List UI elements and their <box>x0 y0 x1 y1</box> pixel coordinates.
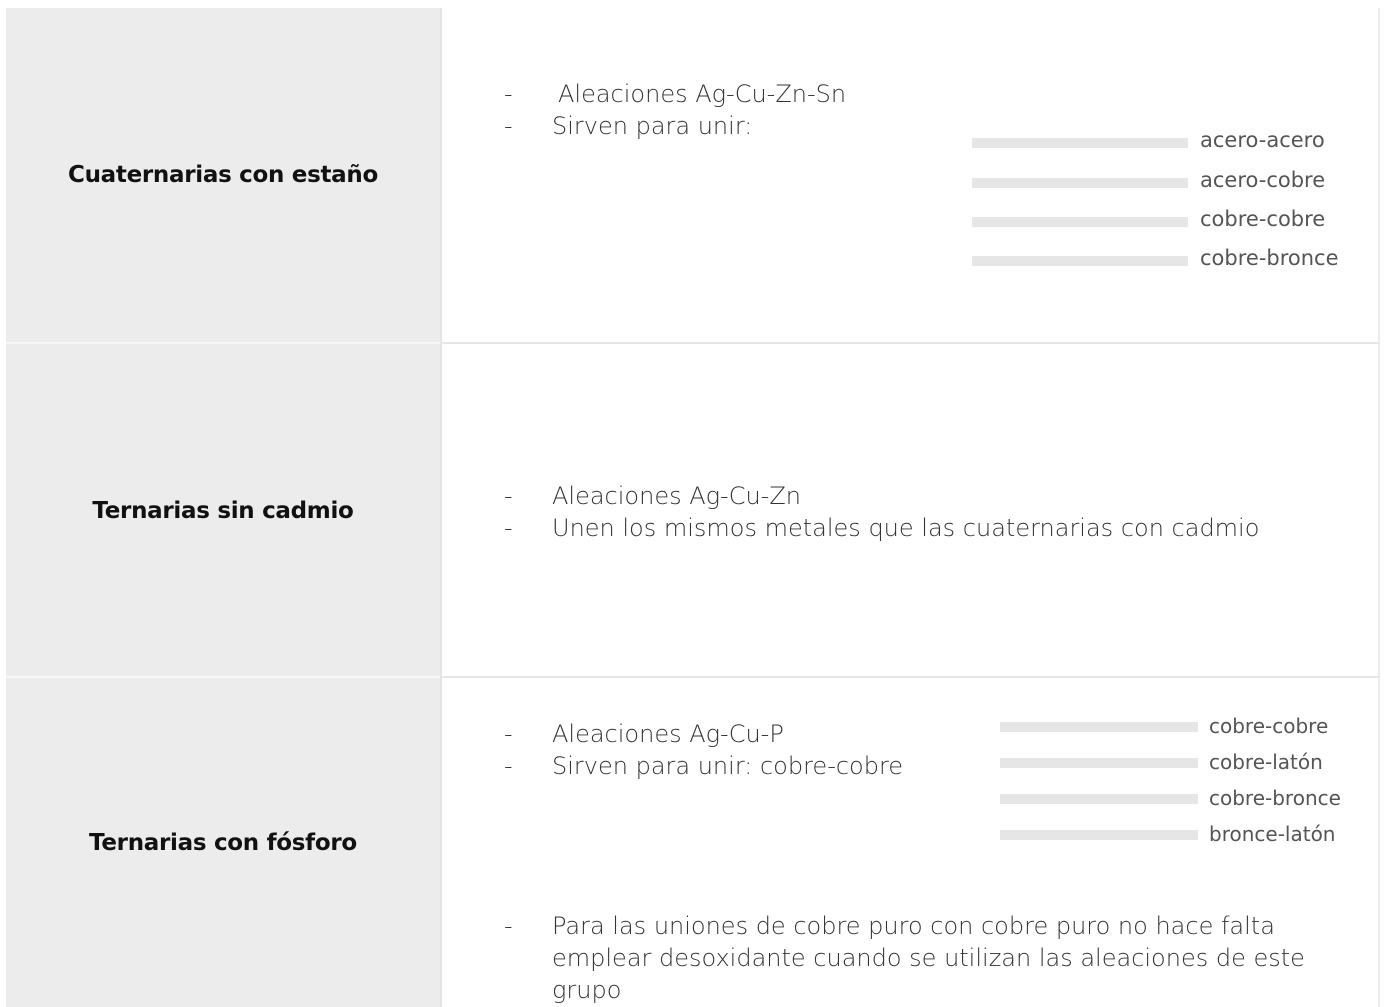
row-content-cell: - Aleaciones Ag-Cu-Zn-Sn - Sirven para u… <box>440 8 1380 342</box>
pair-label: acero-cobre <box>1200 168 1326 192</box>
pair-bar <box>972 138 1188 148</box>
row-label: Ternarias sin cadmio <box>92 498 354 524</box>
pair-bar <box>972 217 1188 227</box>
bullet-dash: - <box>504 912 513 940</box>
row-content-cell: - Aleaciones Ag-Cu-Zn - Unen los mismos … <box>440 342 1380 678</box>
table-row: Cuaternarias con estaño - Aleaciones Ag-… <box>6 8 1380 342</box>
row-label-cell: Cuaternarias con estaño <box>6 8 440 342</box>
pair-label: cobre-cobre <box>1200 207 1326 231</box>
pair-bar <box>972 178 1188 188</box>
list-item-text: Para las uniones de cobre puro con cobre… <box>552 912 1305 1004</box>
row-label: Ternarias con fósforo <box>89 829 357 856</box>
pair-bar <box>972 256 1188 266</box>
pair-bar <box>1000 758 1198 768</box>
pair-label: acero-acero <box>1200 128 1325 152</box>
pair-label: cobre-bronce <box>1200 246 1339 270</box>
bullet-dash: - <box>504 514 513 542</box>
bullet-dash: - <box>504 720 513 748</box>
list-item: - Para las uniones de cobre puro con cob… <box>504 910 1364 1004</box>
list-item-text: Sirven para unir: <box>552 112 753 140</box>
pair-label: cobre-bronce <box>1209 786 1341 810</box>
row-label: Cuaternarias con estaño <box>68 162 378 188</box>
pair-bar <box>1000 830 1198 840</box>
list-item-text: Sirven para unir: cobre-cobre <box>552 752 904 780</box>
bullet-dash: - <box>504 482 513 510</box>
table-row: Ternarias con fósforo - Aleaciones Ag-Cu… <box>6 676 1380 1007</box>
row-content-cell: - Aleaciones Ag-Cu-P - Sirven para unir:… <box>440 676 1380 1007</box>
pair-label: bronce-latón <box>1209 822 1336 846</box>
list-item-text: Aleaciones Ag-Cu-P <box>552 720 784 748</box>
list-item-text: Unen los mismos metales que las cuaterna… <box>552 514 1260 542</box>
list-item-text: Aleaciones Ag-Cu-Zn <box>552 482 801 510</box>
row-label-cell: Ternarias con fósforo <box>6 676 440 1007</box>
bullet-dash: - <box>504 752 513 780</box>
pair-bar <box>1000 794 1198 804</box>
pair-label: cobre-cobre <box>1209 714 1329 738</box>
bullet-dash: - <box>504 80 513 108</box>
pair-label: cobre-latón <box>1209 750 1323 774</box>
pair-bar <box>1000 722 1198 732</box>
table-row: Ternarias sin cadmio - Aleaciones Ag-Cu-… <box>6 342 1380 678</box>
row-label-cell: Ternarias sin cadmio <box>6 342 440 678</box>
list-item-text: Aleaciones Ag-Cu-Zn-Sn <box>558 80 847 108</box>
bullet-dash: - <box>504 112 513 140</box>
